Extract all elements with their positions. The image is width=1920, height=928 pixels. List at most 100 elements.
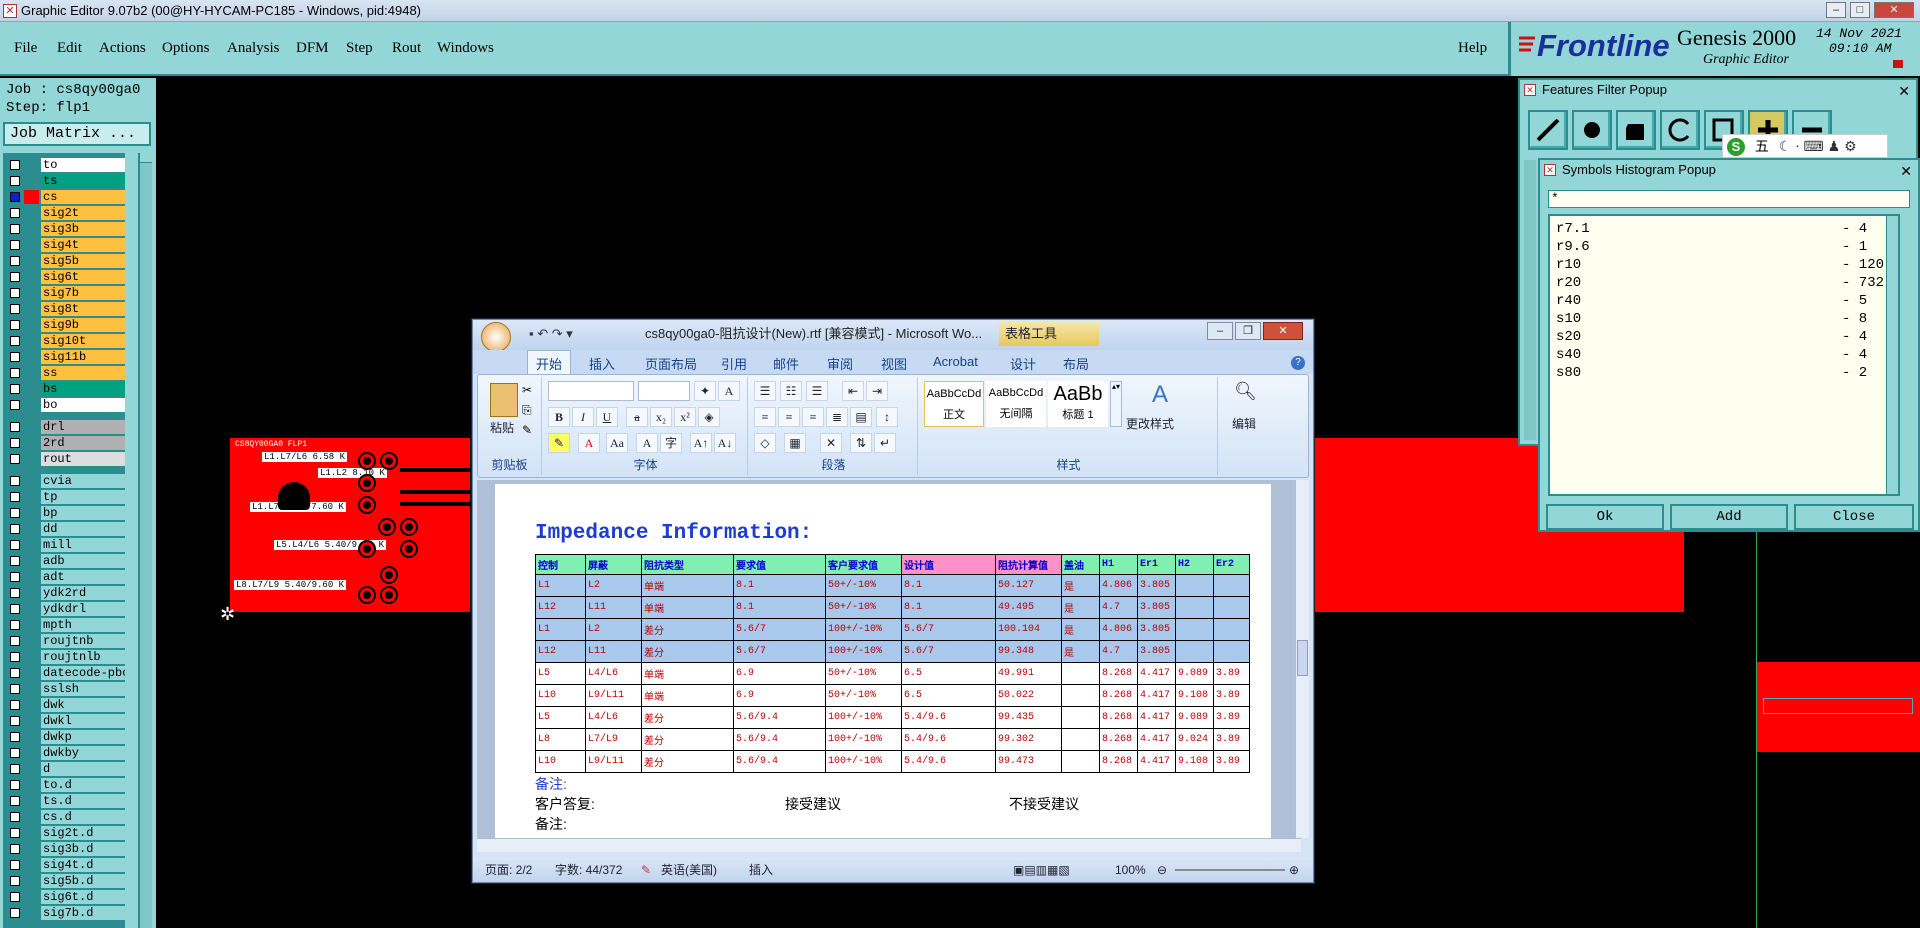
table-cell[interactable]: 8.1 — [901, 596, 996, 619]
layer-color-swatch[interactable] — [24, 506, 39, 520]
layer-name[interactable]: sig10t — [41, 334, 125, 348]
table-cell[interactable]: 8.268 — [1099, 706, 1138, 729]
decrease-indent-icon[interactable]: ⇤ — [842, 381, 864, 401]
table-cell[interactable]: L1 — [535, 574, 586, 597]
cut-icon[interactable]: ✂ — [522, 383, 532, 397]
table-cell[interactable]: 差分 — [641, 640, 734, 663]
layer-color-swatch[interactable] — [24, 238, 39, 252]
layer-checkbox[interactable] — [10, 860, 20, 870]
table-cell[interactable] — [1061, 662, 1100, 685]
layer-checkbox[interactable] — [10, 176, 20, 186]
layer-color-swatch[interactable] — [24, 618, 39, 632]
layer-checkbox[interactable] — [10, 540, 20, 550]
table-cell[interactable]: 单端 — [641, 596, 734, 619]
table-cell[interactable]: 3.89 — [1213, 706, 1250, 729]
layer-color-swatch[interactable] — [24, 730, 39, 744]
layer-checkbox[interactable] — [10, 700, 20, 710]
layer-row[interactable]: sig11b — [3, 349, 125, 365]
table-cell[interactable]: 3.805 — [1137, 640, 1176, 663]
layer-checkbox[interactable] — [10, 620, 20, 630]
table-cell[interactable] — [1213, 640, 1250, 663]
layer-color-swatch[interactable] — [24, 302, 39, 316]
copy-icon[interactable]: ⎘ — [522, 403, 532, 418]
italic-icon[interactable]: I — [572, 407, 594, 427]
symbol-row[interactable]: r7.1 - 4 — [1556, 220, 1886, 238]
layer-name[interactable]: tp — [41, 490, 125, 504]
layer-checkbox[interactable] — [10, 224, 20, 234]
layer-color-swatch[interactable] — [24, 826, 39, 840]
table-cell[interactable]: 4.7 — [1099, 640, 1138, 663]
layer-color-swatch[interactable] — [24, 762, 39, 776]
layer-color-swatch[interactable] — [24, 842, 39, 856]
table-cell[interactable]: 50+/-10% — [825, 574, 902, 597]
table-cell[interactable]: 单端 — [641, 684, 734, 707]
layer-name[interactable]: sig4t.d — [41, 858, 125, 872]
layer-checkbox[interactable] — [10, 320, 20, 330]
help-icon[interactable]: ? — [1291, 356, 1305, 370]
layer-color-swatch[interactable] — [24, 334, 39, 348]
menu-dfm[interactable]: DFM — [296, 40, 329, 57]
sort-icon[interactable]: ⇅ — [850, 433, 872, 453]
layer-color-swatch[interactable] — [24, 666, 39, 680]
layer-checkbox[interactable] — [10, 336, 20, 346]
bullets-icon[interactable]: ☰ — [754, 381, 776, 401]
change-styles-label[interactable]: 更改样式 — [1126, 415, 1174, 432]
layer-checkbox[interactable] — [10, 732, 20, 742]
layer-row[interactable]: sig9b — [3, 317, 125, 333]
tab-home[interactable]: 开始 — [527, 350, 572, 374]
layer-color-swatch[interactable] — [24, 452, 39, 466]
table-cell[interactable]: 8.268 — [1099, 728, 1138, 751]
layer-name[interactable]: sig9b — [41, 318, 125, 332]
layer-checkbox[interactable] — [10, 876, 20, 886]
layer-color-swatch[interactable] — [24, 634, 39, 648]
table-cell[interactable]: 差分 — [641, 728, 734, 751]
layer-name[interactable]: ts.d — [41, 794, 125, 808]
table-cell[interactable]: 9.108 — [1175, 750, 1214, 773]
zoom-level[interactable]: 100% — [1115, 858, 1146, 882]
layer-checkbox[interactable] — [10, 368, 20, 378]
layer-name[interactable]: sig8t — [41, 302, 125, 316]
table-cell[interactable]: 4.417 — [1137, 750, 1176, 773]
table-cell[interactable]: 5.6/9.4 — [733, 728, 826, 751]
find-icon[interactable]: 🔍︎ — [1234, 381, 1257, 402]
table-cell[interactable]: L2 — [585, 618, 642, 641]
layer-color-swatch[interactable] — [24, 698, 39, 712]
char-shading-icon[interactable]: A — [636, 433, 658, 453]
table-cell[interactable]: L12 — [535, 640, 586, 663]
layer-checkbox[interactable] — [10, 668, 20, 678]
layer-row[interactable]: d — [3, 761, 125, 777]
table-cell[interactable]: 4.806 — [1099, 618, 1138, 641]
layer-checkbox[interactable] — [10, 438, 20, 448]
layer-row[interactable]: sslsh — [3, 681, 125, 697]
layer-name[interactable]: dwk — [41, 698, 125, 712]
symbol-row[interactable]: r40 - 5 — [1556, 292, 1886, 310]
layer-color-swatch[interactable] — [24, 858, 39, 872]
format-painter-icon[interactable]: ✎ — [522, 423, 532, 437]
document-vscroll[interactable] — [1295, 480, 1309, 838]
table-cell[interactable]: 9.089 — [1175, 662, 1214, 685]
layer-name[interactable]: sig6t — [41, 270, 125, 284]
table-cell[interactable] — [1213, 574, 1250, 597]
symbol-row[interactable]: s10 - 8 — [1556, 310, 1886, 328]
table-cell[interactable]: 3.805 — [1137, 618, 1176, 641]
borders-icon[interactable]: ▦ — [784, 433, 806, 453]
table-cell[interactable]: 3.805 — [1137, 574, 1176, 597]
layer-checkbox[interactable] — [10, 288, 20, 298]
layer-color-swatch[interactable] — [24, 714, 39, 728]
bold-icon[interactable]: B — [548, 407, 570, 427]
layer-name[interactable]: mill — [41, 538, 125, 552]
layer-row[interactable]: cs.d — [3, 809, 125, 825]
table-cell[interactable] — [1175, 640, 1214, 663]
ok-button[interactable]: Ok — [1546, 504, 1664, 530]
layer-color-swatch[interactable] — [24, 366, 39, 380]
layer-row[interactable]: sig3b.d — [3, 841, 125, 857]
layer-row[interactable]: ts.d — [3, 793, 125, 809]
table-cell[interactable] — [1213, 618, 1250, 641]
table-cell[interactable] — [1061, 684, 1100, 707]
layer-row[interactable]: ts — [3, 173, 125, 189]
layer-row[interactable]: ydk2rd — [3, 585, 125, 601]
layer-color-swatch[interactable] — [24, 890, 39, 904]
layer-name[interactable]: ydk2rd — [41, 586, 125, 600]
layer-checkbox[interactable] — [10, 524, 20, 534]
clear-format-icon[interactable]: ✦ — [694, 381, 716, 401]
